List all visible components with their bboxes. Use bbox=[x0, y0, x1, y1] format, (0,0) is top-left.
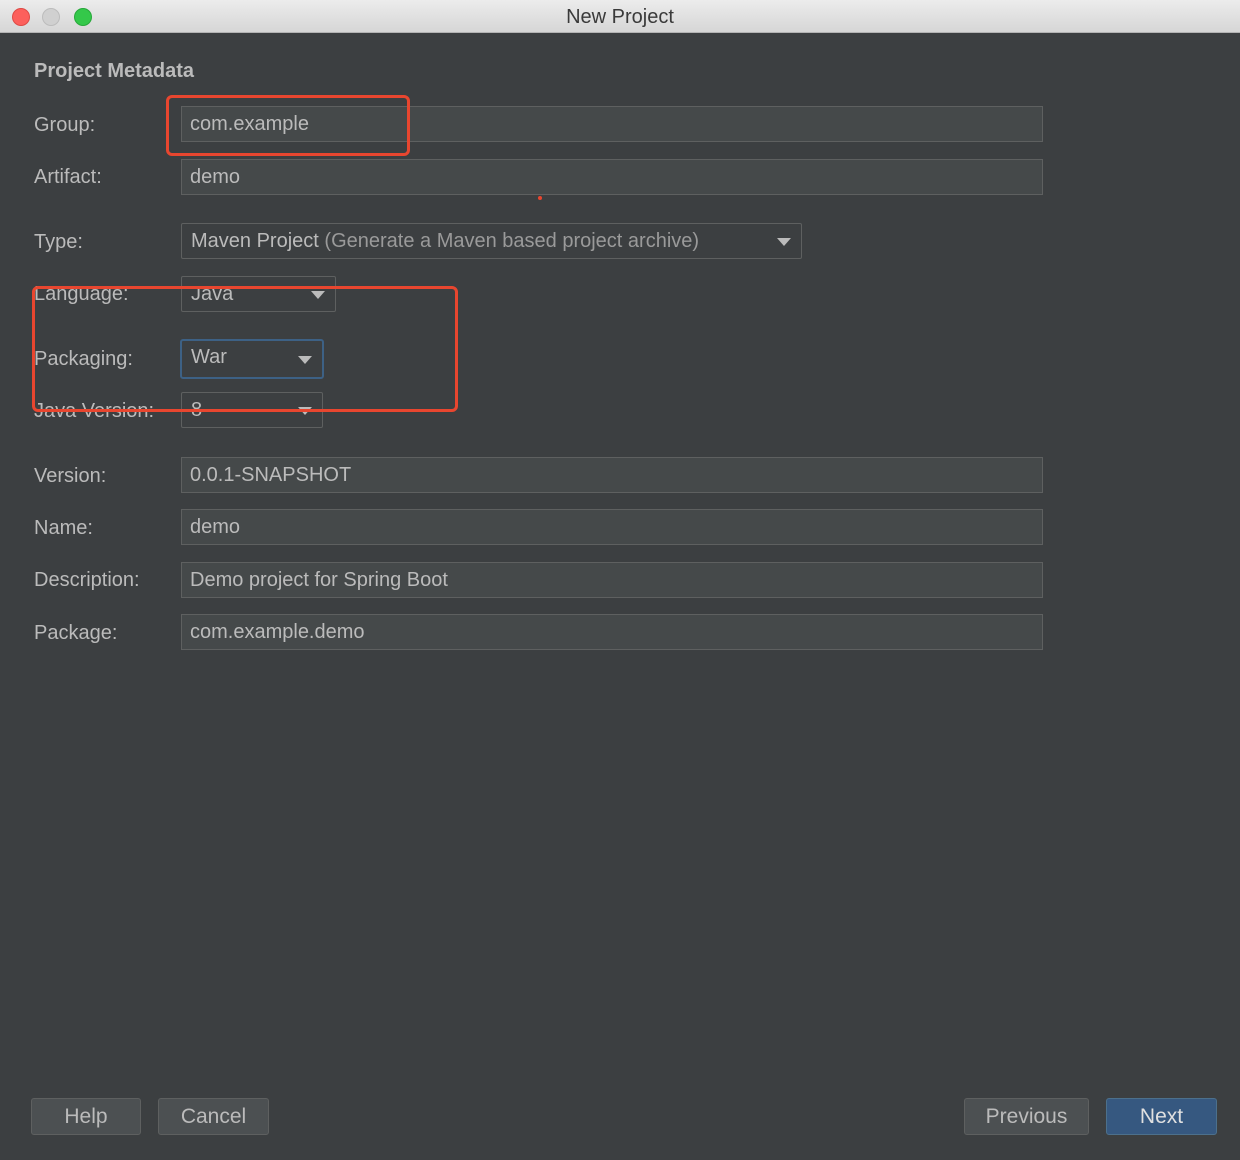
description-label: Description: bbox=[34, 569, 140, 591]
section-title: Project Metadata bbox=[34, 60, 195, 82]
window-title: New Project bbox=[566, 6, 674, 28]
package-label: Package: bbox=[34, 622, 118, 644]
chevron-down-icon bbox=[777, 238, 791, 246]
cancel-button[interactable]: Cancel bbox=[158, 1098, 269, 1135]
artifact-label: Artifact: bbox=[34, 166, 102, 188]
name-label: Name: bbox=[34, 517, 93, 539]
package-field[interactable]: com.example.demo bbox=[181, 614, 1043, 650]
annotation-box-group bbox=[166, 95, 410, 156]
title-bar: New Project bbox=[0, 0, 1240, 33]
annotation-box-language-packaging bbox=[32, 286, 458, 412]
version-label: Version: bbox=[34, 465, 107, 487]
description-field[interactable]: Demo project for Spring Boot bbox=[181, 562, 1043, 598]
next-button[interactable]: Next bbox=[1106, 1098, 1217, 1135]
type-label: Type: bbox=[34, 231, 83, 253]
artifact-field[interactable]: demo bbox=[181, 159, 1043, 195]
version-field[interactable]: 0.0.1-SNAPSHOT bbox=[181, 457, 1043, 493]
group-label: Group: bbox=[34, 114, 96, 136]
type-dropdown[interactable]: Maven Project (Generate a Maven based pr… bbox=[181, 223, 802, 259]
type-hint: (Generate a Maven based project archive) bbox=[324, 230, 700, 252]
type-value: Maven Project bbox=[191, 230, 319, 252]
name-field[interactable]: demo bbox=[181, 509, 1043, 545]
previous-button[interactable]: Previous bbox=[964, 1098, 1089, 1135]
help-button[interactable]: Help bbox=[31, 1098, 141, 1135]
annotation-dot bbox=[538, 196, 542, 200]
